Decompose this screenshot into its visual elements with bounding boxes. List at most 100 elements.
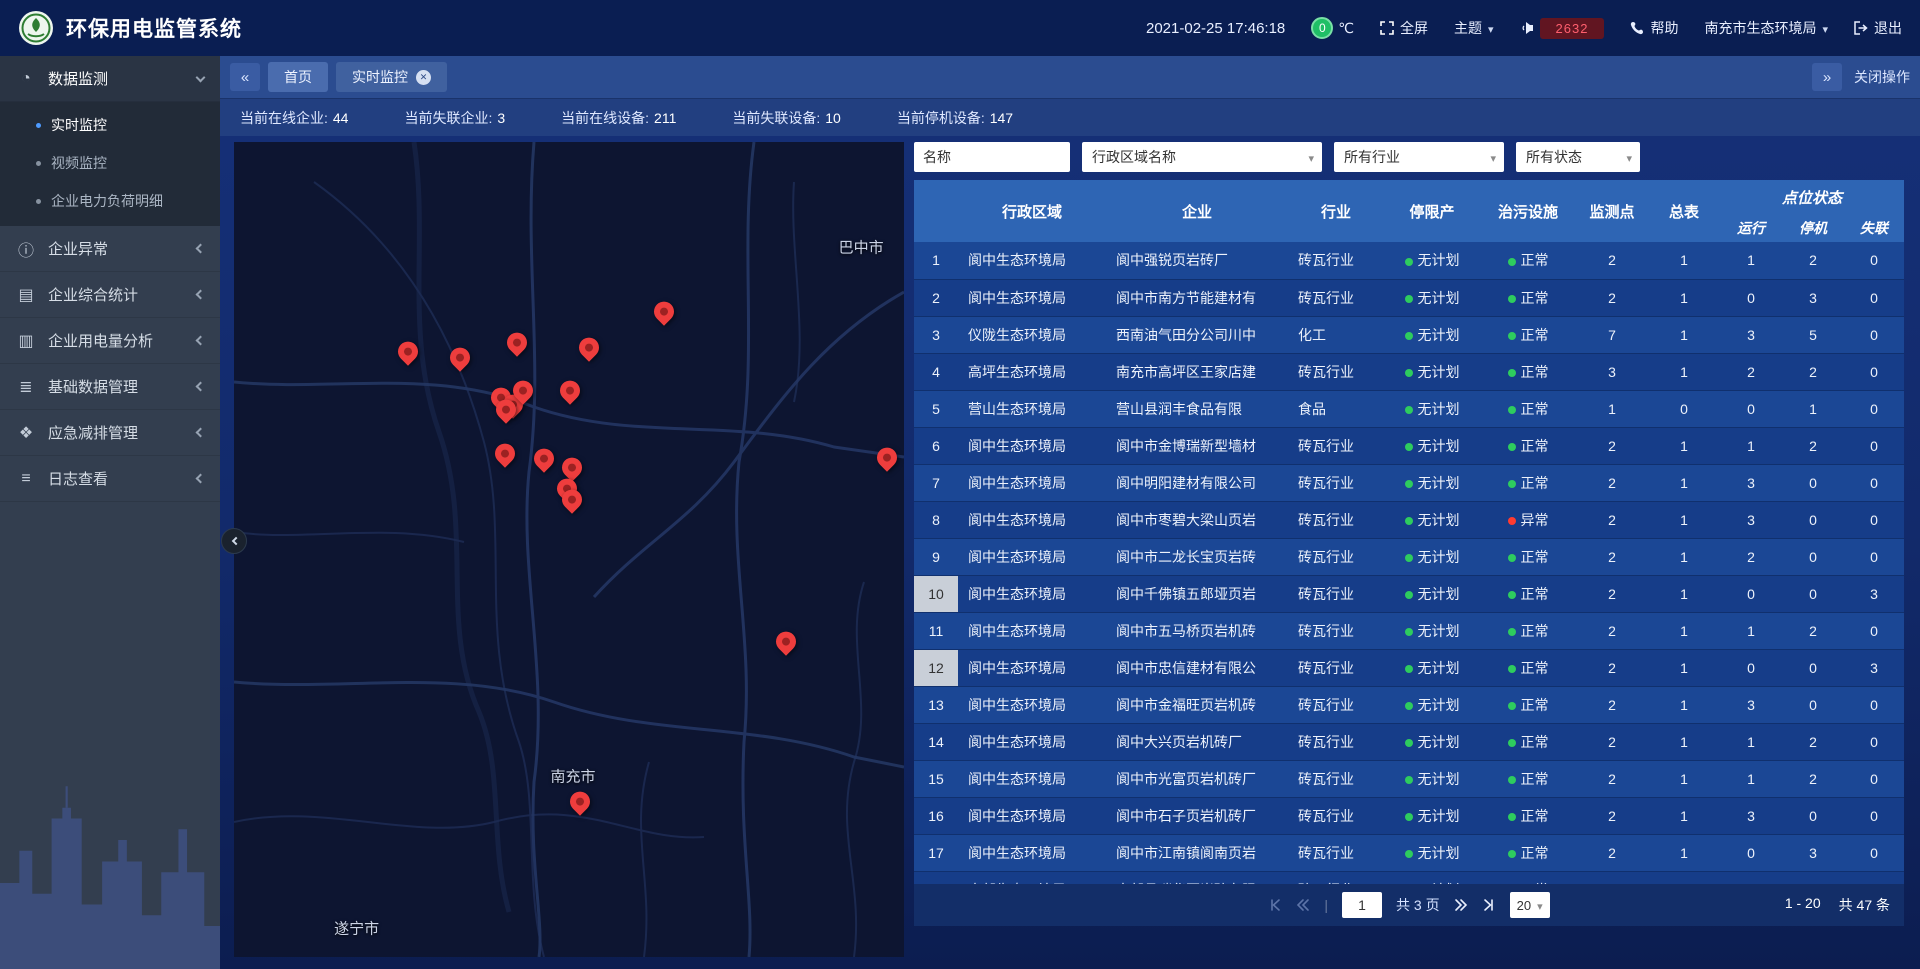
map-pin-icon[interactable] [772,627,800,655]
industry-filter-select[interactable]: 所有行业 [1334,142,1504,172]
sidebar-subitem[interactable]: 视频监控 [0,144,220,182]
row-running-count: 3 [1720,316,1782,353]
sidebar-item[interactable]: ▥ 企业用电量分析 [0,318,220,364]
table-row[interactable]: 9 阆中生态环境局 阆中市二龙长宝页岩砖 砖瓦行业 无计划 正常 2 1 2 0… [914,538,1904,575]
table-row[interactable]: 17 阆中生态环境局 阆中市江南镇阆南页岩 砖瓦行业 无计划 正常 2 1 0 … [914,834,1904,871]
row-limit-status: 无计划 [1384,501,1480,538]
table-row[interactable]: 16 阆中生态环境局 阆中市石子页岩机砖厂 砖瓦行业 无计划 正常 2 1 3 … [914,797,1904,834]
name-filter-input[interactable] [914,142,1070,172]
table-row[interactable]: 2 阆中生态环境局 阆中市南方节能建材有 砖瓦行业 无计划 正常 2 1 0 3… [914,279,1904,316]
table-row[interactable]: 3 仪陇生态环境局 西南油气田分公司川中 化工 无计划 正常 7 1 3 5 0 [914,316,1904,353]
sidebar-item[interactable]: ≡ 日志查看 [0,456,220,502]
row-stopped-count: 2 [1782,427,1844,464]
row-index-cell: 4 [914,353,958,390]
last-page-button[interactable] [1482,898,1496,912]
row-limit-status: 无计划 [1384,871,1480,884]
table-row[interactable]: 5 营山生态环境局 营山县润丰食品有限 食品 无计划 正常 1 0 0 1 0 [914,390,1904,427]
announcement[interactable]: 2632 [1520,18,1605,39]
map-pin-icon[interactable] [491,440,519,468]
status-dot-icon [1508,554,1516,562]
page-size-select[interactable]: 20 [1510,892,1550,918]
theme-menu[interactable]: 主题 [1454,18,1494,38]
map-pin-icon[interactable] [393,337,421,365]
table-row[interactable]: 13 阆中生态环境局 阆中市金福旺页岩机砖 砖瓦行业 无计划 正常 2 1 3 … [914,686,1904,723]
theme-label: 主题 [1454,18,1482,38]
fullscreen-icon [1380,21,1394,35]
row-industry: 砖瓦行业 [1288,427,1384,464]
status-dot-icon [1405,517,1413,525]
close-operations-button[interactable]: 关闭操作 [1854,67,1910,87]
row-stopped-count: 2 [1782,353,1844,390]
row-industry: 砖瓦行业 [1288,723,1384,760]
map-pin-icon[interactable] [872,444,900,472]
table-row[interactable]: 10 阆中生态环境局 阆中千佛镇五郎垭页岩 砖瓦行业 无计划 正常 2 1 0 … [914,575,1904,612]
column-header-limit: 停限产 [1384,180,1480,242]
row-region: 南部生态环境局 [958,871,1106,884]
map-panel[interactable]: 巴中市南充市遂宁市 [234,142,904,957]
map-collapse-button[interactable] [221,528,247,554]
sidebar-item[interactable]: ◔ 数据监测 [0,56,220,102]
logout-button[interactable]: 退出 [1854,18,1902,38]
map-pin-icon[interactable] [503,329,531,357]
map-pin-icon[interactable] [650,297,678,325]
column-header-region: 行政区域 [958,180,1106,242]
org-menu[interactable]: 南充市生态环境局 [1704,18,1828,38]
tab-home[interactable]: 首页 [268,62,328,92]
first-page-button[interactable] [1268,898,1282,912]
sidebar-item[interactable]: ▤ 企业综合统计 [0,272,220,318]
stat-label: 当前停机设备: [897,108,985,128]
table-row[interactable]: 11 阆中生态环境局 阆中市五马桥页岩机砖 砖瓦行业 无计划 正常 2 1 1 … [914,612,1904,649]
row-region: 高坪生态环境局 [958,353,1106,390]
map-pin-icon[interactable] [575,334,603,362]
table-row[interactable]: 15 阆中生态环境局 阆中市光富页岩机砖厂 砖瓦行业 无计划 正常 2 1 1 … [914,760,1904,797]
map-pin-icon[interactable] [446,344,474,372]
help-button[interactable]: 帮助 [1630,18,1678,38]
row-total-meters: 1 [1648,316,1720,353]
status-filter-select[interactable]: 所有状态 [1516,142,1640,172]
next-page-button[interactable] [1454,898,1468,912]
help-label: 帮助 [1650,18,1678,38]
row-region: 营山生态环境局 [958,390,1106,427]
prev-page-button[interactable] [1296,898,1310,912]
fullscreen-button[interactable]: 全屏 [1380,18,1428,38]
stat-value: 44 [333,110,349,126]
page-number-input[interactable] [1342,892,1382,918]
sidebar-item[interactable]: ❖ 应急减排管理 [0,410,220,456]
table-row[interactable]: 14 阆中生态环境局 阆中大兴页岩机砖厂 砖瓦行业 无计划 正常 2 1 1 2… [914,723,1904,760]
sidebar-subitem[interactable]: 实时监控 [0,106,220,144]
row-company: 阆中市枣碧大梁山页岩 [1106,501,1288,538]
sidebar-item[interactable]: ≣ 基础数据管理 [0,364,220,410]
row-offline-count: 0 [1844,612,1904,649]
chevron-icon [196,290,206,300]
tabs-scroll-left-button[interactable] [230,63,260,91]
workspace: 巴中市南充市遂宁市 行政区域名称 所有行业 [220,136,1920,969]
row-facility-status: 正常 [1480,612,1576,649]
table-row[interactable]: 18 南部生态环境局 南部县瑞华页岩砖有限 砖瓦行业 无计划 正常 2 1 0 … [914,871,1904,884]
table-row[interactable]: 4 高坪生态环境局 南充市高坪区王家店建 砖瓦行业 无计划 正常 3 1 2 2… [914,353,1904,390]
table-row[interactable]: 7 阆中生态环境局 阆中明阳建材有限公司 砖瓦行业 无计划 正常 2 1 3 0… [914,464,1904,501]
tabs-scroll-right-button[interactable] [1812,63,1842,91]
row-company: 阆中市二龙长宝页岩砖 [1106,538,1288,575]
status-dot-icon [1508,369,1516,377]
status-dot-icon [1508,406,1516,414]
row-offline-count: 0 [1844,760,1904,797]
table-row[interactable]: 1 阆中生态环境局 阆中强锐页岩砖厂 砖瓦行业 无计划 正常 2 1 1 2 0 [914,242,1904,279]
map-pin-icon[interactable] [556,376,584,404]
row-running-count: 2 [1720,353,1782,390]
region-filter-select[interactable]: 行政区域名称 [1082,142,1322,172]
row-facility-status: 正常 [1480,575,1576,612]
row-offline-count: 3 [1844,575,1904,612]
table-row[interactable]: 6 阆中生态环境局 阆中市金博瑞新型墙材 砖瓦行业 无计划 正常 2 1 1 2… [914,427,1904,464]
map-pin-icon[interactable] [530,445,558,473]
row-offline-count: 0 [1844,686,1904,723]
main-column: 首页 实时监控 关闭操作 当前在线企业: 44 当前失联企业: 3 当前在线设备… [220,56,1920,969]
map-pin-icon[interactable] [558,454,586,482]
row-total-meters: 1 [1648,279,1720,316]
map-pin-icon[interactable] [566,788,594,816]
close-tab-icon[interactable] [416,70,431,85]
sidebar-item[interactable]: ⓘ 企业异常 [0,226,220,272]
tab-realtime-monitor[interactable]: 实时监控 [336,62,447,92]
sidebar-subitem[interactable]: 企业电力负荷明细 [0,182,220,220]
table-row[interactable]: 8 阆中生态环境局 阆中市枣碧大梁山页岩 砖瓦行业 无计划 异常 2 1 3 0… [914,501,1904,538]
table-row[interactable]: 12 阆中生态环境局 阆中市忠信建材有限公 砖瓦行业 无计划 正常 2 1 0 … [914,649,1904,686]
